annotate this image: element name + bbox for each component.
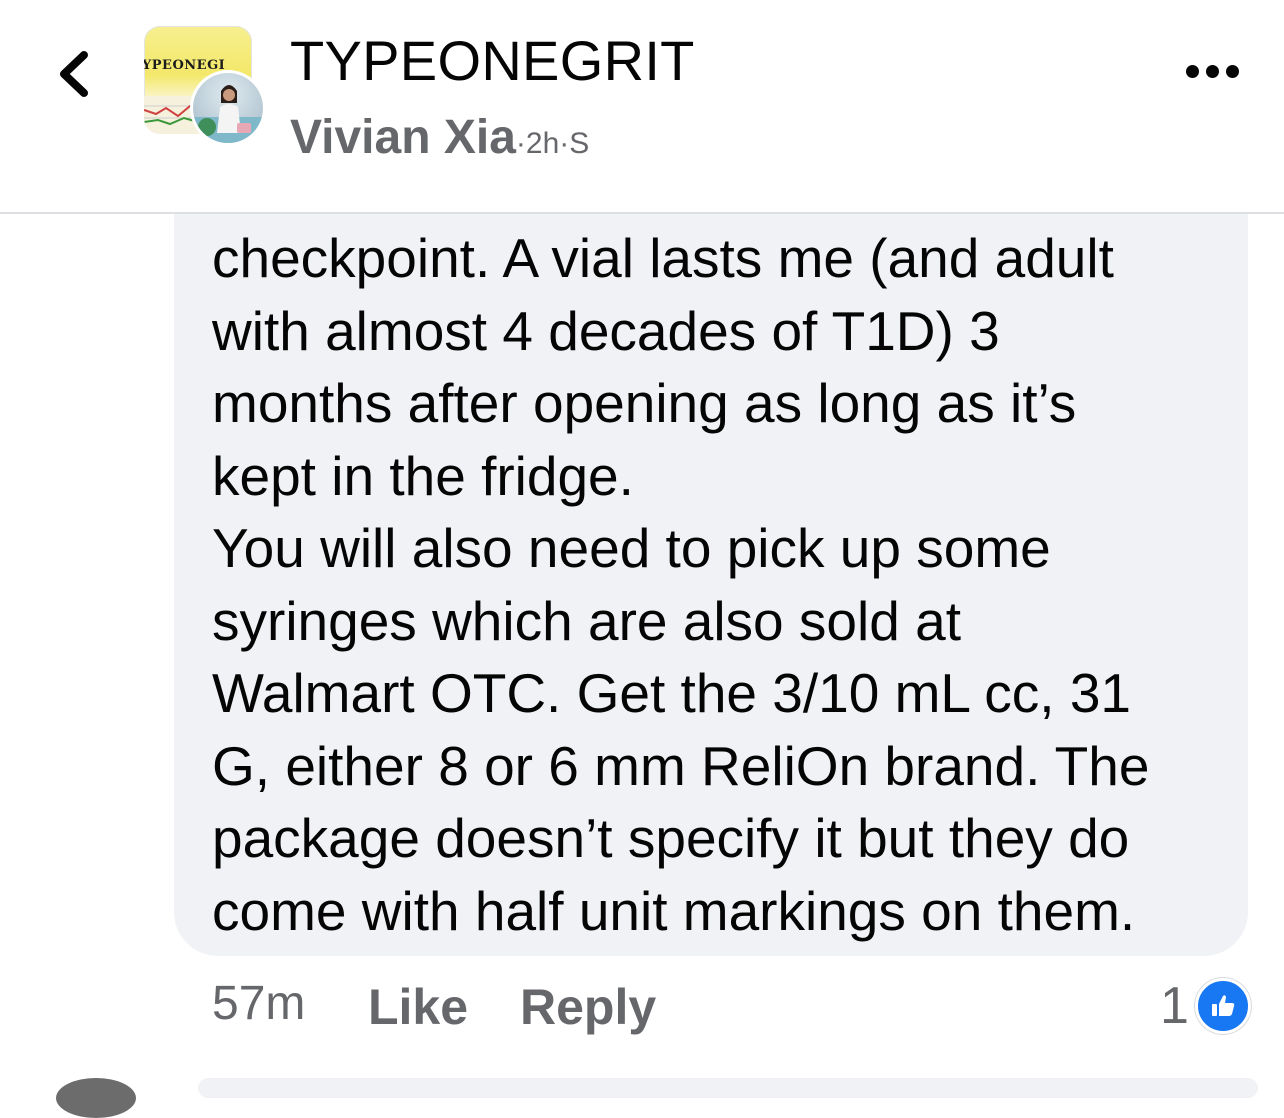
group-name[interactable]: TYPEONEGRIT (290, 28, 695, 93)
reaction-count: 1 (1160, 977, 1189, 1035)
post-time[interactable]: 2h (526, 127, 559, 160)
thumbs-up-icon (1194, 978, 1251, 1034)
more-horizontal-icon (1226, 65, 1239, 78)
reply-button[interactable]: Reply (520, 978, 656, 1036)
author-name[interactable]: Vivian Xia (290, 111, 516, 164)
person-photo-icon (193, 85, 263, 143)
author-avatar[interactable] (190, 70, 266, 146)
like-button[interactable]: Like (368, 978, 468, 1036)
reactions-summary[interactable]: 1 (1160, 977, 1251, 1035)
meta-separator: · (515, 127, 526, 160)
comment-time: 57m (212, 977, 306, 1030)
next-comment-bubble (198, 1078, 1258, 1098)
back-button[interactable] (44, 44, 104, 104)
chevron-left-icon (60, 51, 88, 97)
comment-actions: 57m Like Reply 1 (212, 972, 1252, 1042)
next-comment-avatar (56, 1078, 136, 1118)
meta-extra: S (569, 127, 590, 160)
post-meta: Vivian Xia·2h·S (290, 110, 589, 165)
more-options-button[interactable] (1182, 58, 1242, 88)
meta-separator: · (559, 127, 570, 160)
group-logo-text: YPEONEGI (144, 58, 226, 73)
more-horizontal-icon (1206, 65, 1219, 78)
post-header: YPEONEGI TYPEONEGRIT Vivian Xia·2h·S (0, 0, 1284, 214)
comment-text: checkpoint. A vial lasts me (and adult w… (212, 227, 1150, 942)
more-horizontal-icon (1186, 65, 1199, 78)
